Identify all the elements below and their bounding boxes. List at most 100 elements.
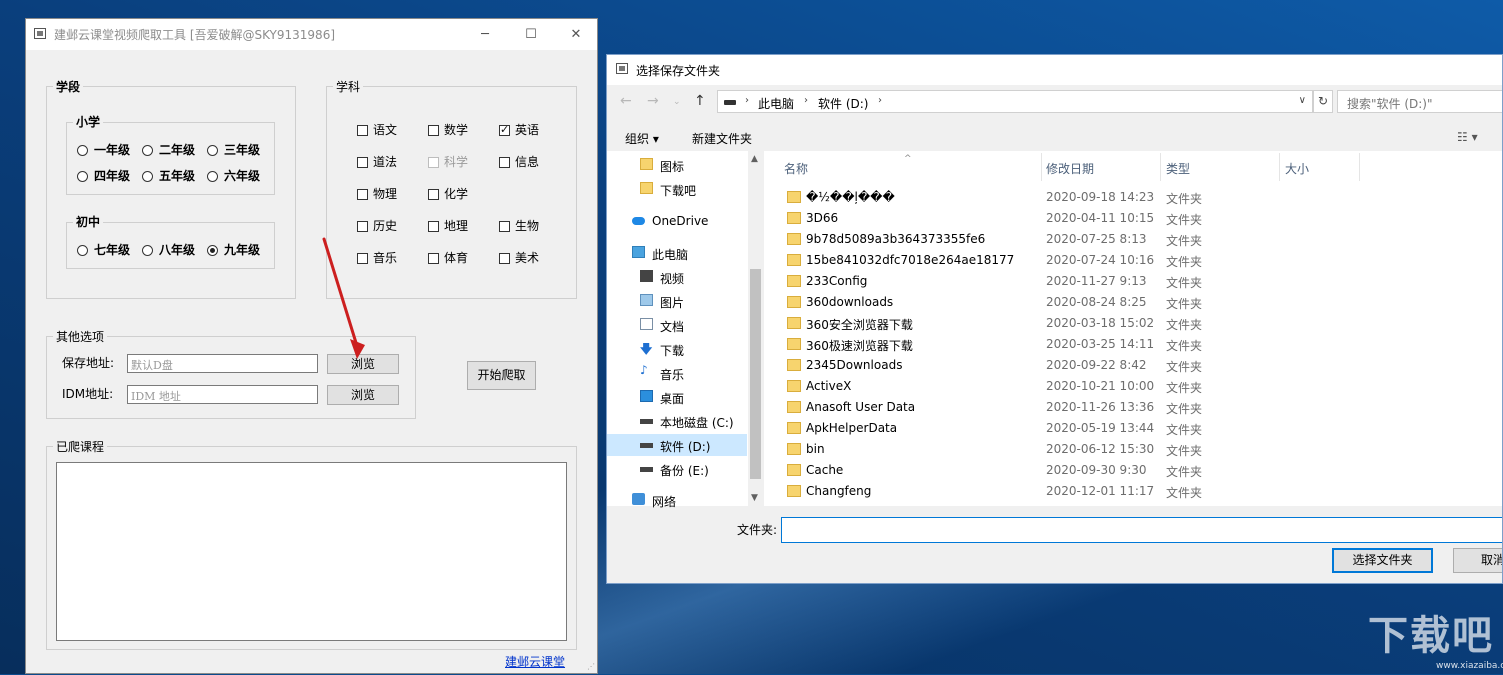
checkbox-subject-dili[interactable]: 地理: [428, 217, 468, 234]
radio-grade-3[interactable]: 三年级: [207, 141, 260, 158]
column-header-size[interactable]: 大小: [1285, 160, 1309, 177]
checkbox-subject-tiyu[interactable]: 体育: [428, 249, 468, 266]
nav-item-documents[interactable]: 文档: [607, 314, 747, 336]
radio-grade-9[interactable]: 九年级: [207, 241, 260, 258]
column-header-type[interactable]: 类型: [1166, 160, 1190, 177]
file-row[interactable]: bin2020-06-12 15:30文件夹: [764, 439, 1503, 460]
app-title: 建邺云课堂视频爬取工具 [吾爱破解@SKY9131986]: [54, 26, 335, 43]
checkbox-subject-yuwen[interactable]: 语文: [357, 121, 397, 138]
file-row[interactable]: 360安全浏览器下载2020-03-18 15:02文件夹: [764, 313, 1503, 334]
column-header-name[interactable]: 名称: [784, 160, 808, 177]
course-list-textarea[interactable]: [56, 462, 567, 641]
file-row[interactable]: Anasoft User Data2020-11-26 13:36文件夹: [764, 397, 1503, 418]
scrollbar-thumb[interactable]: [750, 269, 761, 479]
column-header-date[interactable]: 修改日期: [1046, 160, 1094, 177]
minimize-button[interactable]: ─: [462, 19, 508, 50]
file-row[interactable]: 15be841032dfc7018e264ae181772020-07-24 1…: [764, 250, 1503, 271]
column-divider[interactable]: [1279, 153, 1280, 181]
cancel-button[interactable]: 取消: [1453, 548, 1503, 573]
radio-grade-4[interactable]: 四年级: [77, 167, 130, 184]
checkbox-subject-yingyu[interactable]: 英语: [499, 121, 539, 138]
forward-arrow-icon[interactable]: →: [647, 93, 659, 109]
file-row[interactable]: 233Config2020-11-27 9:13文件夹: [764, 271, 1503, 292]
save-path-input[interactable]: 默认D盘: [127, 354, 318, 373]
navigation-scrollbar[interactable]: ▲ ▼: [748, 151, 763, 506]
file-row[interactable]: 3D662020-04-11 10:15文件夹: [764, 208, 1503, 229]
nav-item-network[interactable]: 网络: [607, 489, 747, 511]
scroll-up-icon[interactable]: ▲: [751, 154, 758, 164]
nav-item-music[interactable]: ♪ 音乐: [607, 362, 747, 384]
breadcrumb-drive-d[interactable]: 软件 (D:): [818, 95, 868, 112]
checkbox-subject-wuli[interactable]: 物理: [357, 185, 397, 202]
checkbox-box: [357, 253, 368, 264]
file-type: 文件夹: [1166, 421, 1202, 438]
checkbox-subject-meishu[interactable]: 美术: [499, 249, 539, 266]
idm-path-input[interactable]: IDM 地址: [127, 385, 318, 404]
file-row[interactable]: ApkHelperData2020-05-19 13:44文件夹: [764, 418, 1503, 439]
checkbox-subject-xinxi[interactable]: 信息: [499, 153, 539, 170]
file-name: 15be841032dfc7018e264ae18177: [806, 253, 1014, 267]
view-options-icon[interactable]: ☷ ▾: [1457, 130, 1478, 144]
refresh-icon[interactable]: ↻: [1313, 90, 1333, 113]
file-row[interactable]: 9b78d5089a3b364373355fe62020-07-25 8:13文…: [764, 229, 1503, 250]
checkbox-subject-daofa[interactable]: 道法: [357, 153, 397, 170]
radio-grade-7[interactable]: 七年级: [77, 241, 130, 258]
video-icon: [640, 270, 653, 282]
file-row[interactable]: 360downloads2020-08-24 8:25文件夹: [764, 292, 1503, 313]
nav-item-drive-c[interactable]: 本地磁盘 (C:): [607, 410, 747, 432]
search-input[interactable]: 搜索"软件 (D:)": [1337, 90, 1503, 113]
file-row[interactable]: 360极速浏览器下载2020-03-25 14:11文件夹: [764, 334, 1503, 355]
radio-grade-6[interactable]: 六年级: [207, 167, 260, 184]
checkbox-subject-yinyue[interactable]: 音乐: [357, 249, 397, 266]
browse-save-button[interactable]: 浏览: [327, 354, 399, 374]
nav-item-drive-e[interactable]: 备份 (E:): [607, 458, 747, 480]
checkbox-subject-shengwu[interactable]: 生物: [499, 217, 539, 234]
column-divider[interactable]: [1359, 153, 1360, 181]
checkbox-subject-huaxue[interactable]: 化学: [428, 185, 468, 202]
resize-grip[interactable]: ⋰: [587, 663, 595, 671]
radio-grade-8[interactable]: 八年级: [142, 241, 195, 258]
column-divider[interactable]: [1041, 153, 1042, 181]
folder-icon: [787, 254, 801, 266]
organize-menu[interactable]: 组织 ▾: [625, 130, 659, 147]
footer-link[interactable]: 建邺云课堂: [505, 653, 565, 670]
checkbox-box: [499, 221, 510, 232]
browse-idm-button[interactable]: 浏览: [327, 385, 399, 405]
nav-item-onedrive[interactable]: OneDrive: [607, 210, 747, 232]
file-row[interactable]: Changfeng2020-12-01 11:17文件夹: [764, 481, 1503, 502]
scroll-down-icon[interactable]: ▼: [751, 493, 758, 503]
checkbox-subject-lishi[interactable]: 历史: [357, 217, 397, 234]
nav-item-pictures[interactable]: 图片: [607, 290, 747, 312]
new-folder-button[interactable]: 新建文件夹: [692, 130, 752, 147]
start-crawl-button[interactable]: 开始爬取: [467, 361, 536, 390]
nav-item-desktop[interactable]: 桌面: [607, 386, 747, 408]
folder-input[interactable]: [781, 517, 1503, 543]
app-titlebar[interactable]: 建邺云课堂视频爬取工具 [吾爱破解@SKY9131986] ─ ☐ ✕: [26, 19, 597, 50]
file-row[interactable]: �½��ļ���2020-09-18 14:23文件夹: [764, 187, 1503, 208]
radio-grade-1[interactable]: 一年级: [77, 141, 130, 158]
nav-item-xiazaiba[interactable]: 下载吧: [607, 178, 747, 200]
file-row[interactable]: 2345Downloads2020-09-22 8:42文件夹: [764, 355, 1503, 376]
address-bar[interactable]: › 此电脑 › 软件 (D:) › ∨: [717, 90, 1313, 113]
radio-grade-2[interactable]: 二年级: [142, 141, 195, 158]
back-arrow-icon[interactable]: ←: [620, 93, 632, 109]
nav-item-downloads[interactable]: 🡇 下载: [607, 338, 747, 360]
nav-item-videos[interactable]: 视频: [607, 266, 747, 288]
up-arrow-icon[interactable]: ↑: [694, 93, 706, 109]
dialog-titlebar[interactable]: 选择保存文件夹: [607, 55, 1502, 85]
close-button[interactable]: ✕: [553, 19, 599, 50]
nav-item-this-pc[interactable]: 此电脑: [607, 242, 747, 264]
file-type: 文件夹: [1166, 442, 1202, 459]
nav-item-drive-d[interactable]: 软件 (D:): [607, 434, 747, 456]
column-divider[interactable]: [1160, 153, 1161, 181]
file-row[interactable]: ActiveX2020-10-21 10:00文件夹: [764, 376, 1503, 397]
radio-grade-5[interactable]: 五年级: [142, 167, 195, 184]
maximize-button[interactable]: ☐: [508, 19, 554, 50]
file-row[interactable]: Cache2020-09-30 9:30文件夹: [764, 460, 1503, 481]
select-folder-button[interactable]: 选择文件夹: [1332, 548, 1433, 573]
checkbox-subject-shuxue[interactable]: 数学: [428, 121, 468, 138]
breadcrumb-this-pc[interactable]: 此电脑: [758, 95, 794, 112]
nav-item-icons[interactable]: 图标: [607, 154, 747, 176]
chevron-down-icon[interactable]: ∨: [1299, 95, 1306, 106]
recent-dropdown-icon[interactable]: ⌄: [673, 97, 681, 107]
